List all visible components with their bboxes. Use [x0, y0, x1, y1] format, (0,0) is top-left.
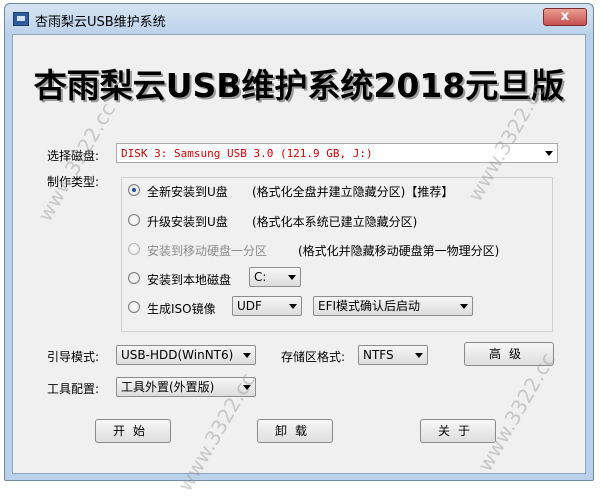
chevron-down-icon: [289, 304, 297, 309]
storage-format-value: NTFS: [363, 348, 394, 362]
about-button[interactable]: 关于: [420, 419, 496, 443]
local-disk-select[interactable]: C:: [249, 267, 301, 287]
chevron-down-icon: [415, 353, 423, 358]
tools-select[interactable]: 工具外置(外置版): [116, 377, 256, 397]
banner-title: 杏雨梨云USB维护系统2018元旦版: [33, 66, 565, 105]
chevron-down-icon: [460, 304, 468, 309]
chevron-down-icon: [243, 385, 251, 390]
advanced-button[interactable]: 高级: [464, 342, 554, 366]
main-window: 杏雨梨云USB维护系统 x 杏雨梨云USB维护系统2018元旦版 选择磁盘: D…: [4, 3, 594, 481]
mode-option-label: 全新安装到U盘: [147, 185, 228, 199]
radio-button: [128, 243, 140, 255]
radio-button[interactable]: [128, 214, 140, 226]
mode-option-desc: (格式化并隐藏移动硬盘第一物理分区): [298, 244, 500, 258]
title-bar[interactable]: 杏雨梨云USB维护系统 x: [5, 4, 593, 34]
disk-select[interactable]: DISK 3: Samsung USB 3.0 (121.9 GB, J:): [116, 143, 558, 163]
disk-select-value: DISK 3: Samsung USB 3.0 (121.9 GB, J:): [121, 147, 373, 160]
close-button[interactable]: x: [543, 8, 587, 26]
chevron-down-icon: [288, 275, 296, 280]
storage-label: 存储区格式:: [281, 350, 346, 364]
client-area: 杏雨梨云USB维护系统2018元旦版 选择磁盘: DISK 3: Samsung…: [12, 34, 586, 474]
mode-option-label: 生成ISO镜像: [147, 302, 216, 316]
start-button[interactable]: 开始: [95, 419, 171, 443]
chevron-down-icon: [545, 151, 553, 156]
efi-mode-select[interactable]: EFI模式确认后启动: [313, 296, 473, 316]
mode-label: 制作类型:: [47, 175, 100, 189]
mode-option-label: 安装到移动硬盘一分区: [147, 244, 268, 258]
window-title: 杏雨梨云USB维护系统: [35, 15, 166, 30]
efi-mode-value: EFI模式确认后启动: [318, 299, 421, 313]
tools-value: 工具外置(外置版): [121, 380, 215, 394]
storage-format-select[interactable]: NTFS: [358, 345, 428, 365]
radio-button[interactable]: [128, 184, 140, 196]
uninstall-button[interactable]: 卸载: [257, 419, 333, 443]
boot-label: 引导模式:: [47, 350, 100, 364]
iso-format-value: UDF: [237, 299, 262, 313]
mode-option-label: 安装到本地磁盘: [147, 273, 232, 287]
mode-option-desc: (格式化全盘并建立隐藏分区)【推荐】: [252, 185, 454, 199]
disk-label: 选择磁盘:: [47, 149, 100, 163]
mode-option-desc: (格式化本系统已建立隐藏分区): [252, 215, 418, 229]
local-disk-value: C:: [254, 270, 267, 284]
boot-mode-value: USB-HDD(WinNT6): [121, 348, 234, 362]
tools-label: 工具配置:: [47, 382, 100, 396]
radio-button[interactable]: [128, 301, 140, 313]
app-icon: [13, 12, 29, 26]
mode-option-label: 升级安装到U盘: [147, 215, 228, 229]
radio-button[interactable]: [128, 272, 140, 284]
boot-mode-select[interactable]: USB-HDD(WinNT6): [116, 345, 256, 365]
chevron-down-icon: [243, 353, 251, 358]
iso-format-select[interactable]: UDF: [232, 296, 302, 316]
